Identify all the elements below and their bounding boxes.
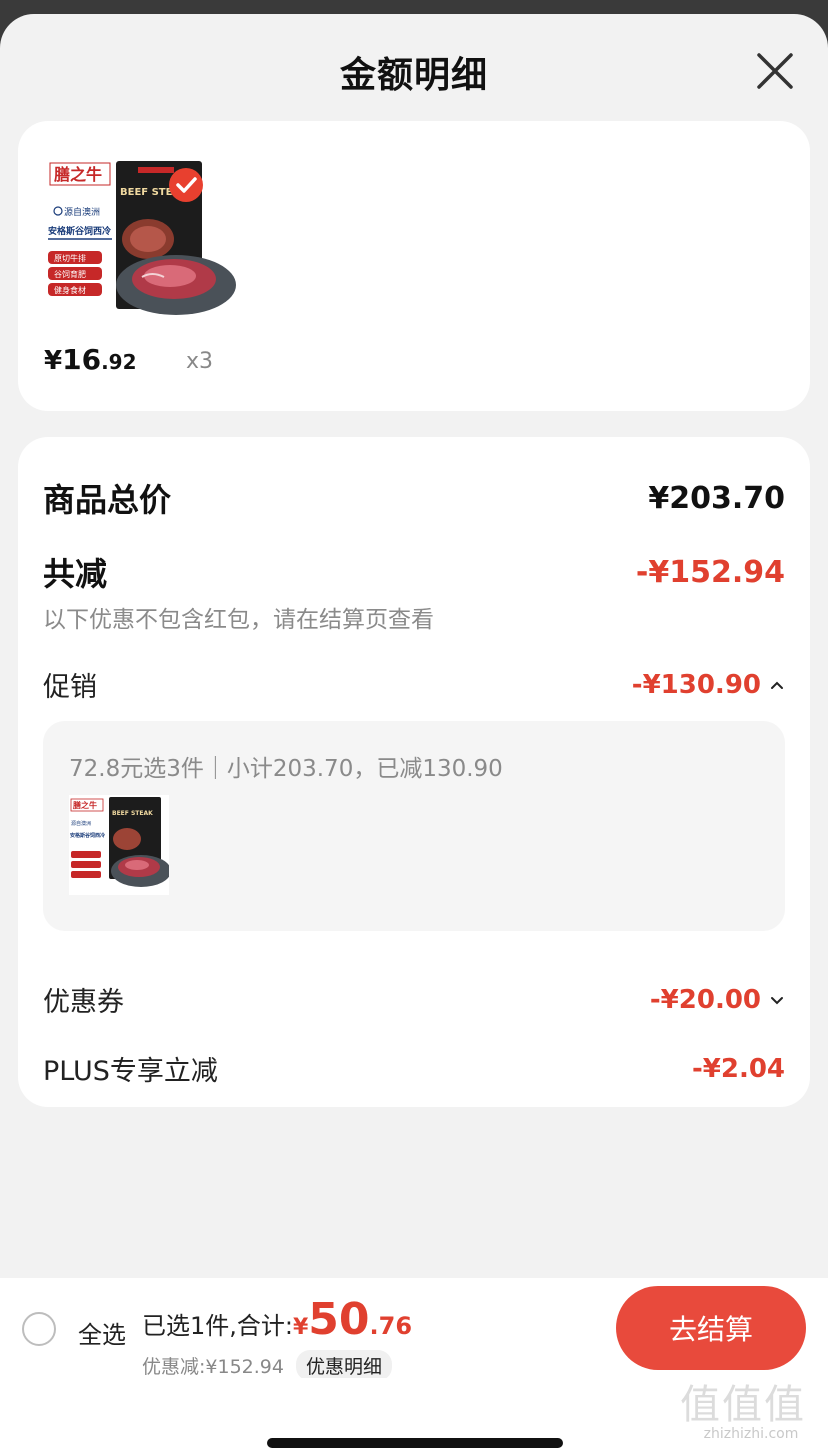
- sheet-header: 金额明细: [0, 14, 828, 124]
- discount-text: 优惠减:¥152.94: [142, 1356, 284, 1378]
- total-row: 商品总价 ¥203.70: [43, 475, 785, 521]
- select-all-label[interactable]: 全选: [78, 1315, 126, 1350]
- svg-text:谷饲育肥: 谷饲育肥: [54, 269, 86, 279]
- total-currency: ¥: [292, 1315, 309, 1340]
- total-label: 商品总价: [43, 481, 172, 519]
- product-image[interactable]: 膳之牛 源自澳洲 安格斯谷饲西冷 原切牛排 谷饲育肥 健身食材 BEEF STE…: [46, 159, 236, 319]
- checkout-bar: 全选 已选1件,合计: ¥ 50 .76 优惠减:¥152.94 优惠明细 去结…: [0, 1278, 828, 1381]
- reduce-label: 共减: [43, 555, 108, 593]
- plus-label: PLUS专享立减: [43, 1056, 218, 1087]
- svg-text:源自澳洲: 源自澳洲: [64, 206, 100, 218]
- discount-detail-link[interactable]: 优惠明细: [295, 1350, 392, 1381]
- coupon-value: -¥20.00: [649, 984, 761, 1015]
- coupon-row[interactable]: 优惠券 -¥20.00: [43, 980, 785, 1019]
- promo-label: 促销: [43, 672, 97, 703]
- svg-text:膳之牛: 膳之牛: [54, 165, 102, 184]
- selected-check-icon[interactable]: [168, 167, 204, 203]
- product-card: 膳之牛 源自澳洲 安格斯谷饲西冷 原切牛排 谷饲育肥 健身食材 BEEF STE…: [18, 121, 810, 411]
- total-amount-int: 50: [308, 1294, 370, 1345]
- svg-text:原切牛排: 原切牛排: [54, 253, 86, 263]
- watermark-glyphs: 值值值: [680, 1382, 806, 1428]
- promo-product-image[interactable]: 膳之牛 源自澳洲 安格斯谷饲西冷 BEEF STEAK: [69, 795, 171, 895]
- plus-value: -¥2.04: [691, 1053, 785, 1084]
- price-detail-card: 商品总价 ¥203.70 共减 -¥152.94 以下优惠不包含红包，请在结算页…: [18, 437, 810, 1107]
- promo-value-wrap: -¥130.90: [632, 670, 785, 700]
- svg-text:BEEF STEAK: BEEF STEAK: [112, 810, 153, 817]
- watermark-logo: 值值值 zhizhizhi.com: [676, 1370, 826, 1448]
- sheet-title: 金额明细: [339, 55, 488, 96]
- coupon-value-wrap: -¥20.00: [650, 985, 785, 1015]
- amount-detail-sheet: 金额明细 膳之牛 源自澳洲 安格斯谷饲西冷 原切牛排 谷饲育肥 健身食材 BEE…: [0, 14, 828, 1450]
- close-icon: [757, 53, 793, 89]
- close-button[interactable]: [754, 50, 796, 92]
- product-price: ¥16.92: [44, 343, 137, 376]
- total-amount-dec: .76: [369, 1312, 413, 1340]
- plus-row: PLUS专享立减 -¥2.04: [43, 1049, 785, 1088]
- svg-text:膳之牛: 膳之牛: [73, 800, 97, 810]
- coupon-label: 优惠券: [43, 987, 124, 1018]
- chevron-down-icon: [771, 996, 783, 1004]
- discount-line: 优惠减:¥152.94 优惠明细: [142, 1350, 392, 1381]
- reduce-value: -¥152.94: [635, 554, 785, 590]
- watermark-text: zhizhizhi.com: [703, 1426, 799, 1442]
- promo-detail-box: 72.8元选3件｜小计203.70，已减130.90 膳之牛 源自澳洲 安格斯谷…: [43, 721, 785, 931]
- chevron-up-icon: [771, 681, 783, 689]
- svg-text:源自澳洲: 源自澳洲: [71, 820, 91, 827]
- svg-text:安格斯谷饲西冷: 安格斯谷饲西冷: [48, 225, 111, 237]
- svg-text:安格斯谷饲西冷: 安格斯谷饲西冷: [70, 832, 105, 839]
- discount-note: 以下优惠不包含红包，请在结算页查看: [43, 607, 434, 633]
- promo-description: 72.8元选3件｜小计203.70，已减130.90: [69, 756, 503, 782]
- promo-row[interactable]: 促销 -¥130.90: [43, 665, 785, 704]
- reduce-row: 共减 -¥152.94: [43, 549, 785, 595]
- product-quantity: x3: [186, 349, 214, 374]
- total-value: ¥203.70: [648, 480, 785, 516]
- select-all-radio[interactable]: [22, 1312, 56, 1346]
- promo-value: -¥130.90: [631, 669, 761, 700]
- checkout-button[interactable]: 去结算: [616, 1286, 806, 1370]
- selected-summary: 已选1件,合计: ¥ 50 .76: [142, 1294, 412, 1345]
- svg-text:健身食材: 健身食材: [54, 285, 86, 295]
- home-indicator[interactable]: [267, 1438, 563, 1448]
- selected-text: 已选1件,合计:: [142, 1312, 293, 1340]
